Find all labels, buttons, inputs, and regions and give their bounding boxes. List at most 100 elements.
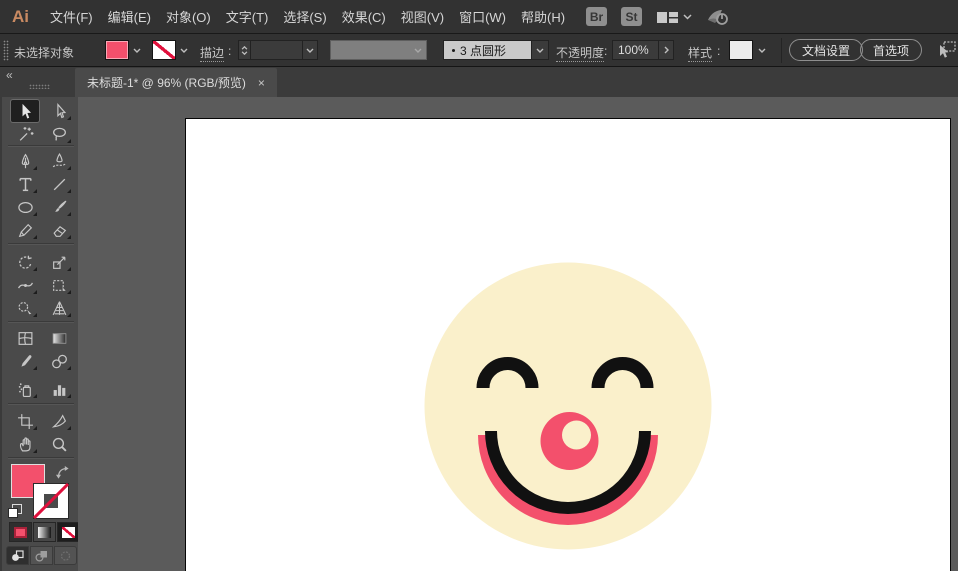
variable-width-profile-dropdown [330,40,427,60]
style-swatch[interactable] [729,40,753,60]
no-selection-label: 未选择对象 [14,46,75,60]
magic-wand-tool[interactable] [11,123,39,145]
opacity-dropdown[interactable] [658,41,673,59]
free-transform-tool[interactable] [45,274,73,296]
draw-normal-button[interactable] [6,546,29,565]
opacity-value[interactable]: 100% [613,41,658,59]
eyedropper-tool[interactable] [11,350,39,372]
stroke-proxy-swatch[interactable] [33,483,69,519]
stroke-panel-link[interactable]: 描边 [200,44,225,62]
menu-bar: Ai 文件(F) 编辑(E) 对象(O) 文字(T) 选择(S) 效果(C) 视… [0,0,958,34]
artboard-tool[interactable] [11,410,39,432]
artwork [424,262,712,550]
document-setup-button[interactable]: 文档设置 [789,39,864,61]
draw-inside-button [54,546,77,565]
perspective-grid-tool[interactable] [45,297,73,319]
hand-tool[interactable] [11,433,39,455]
toolbar-gripper[interactable] [29,84,50,89]
chevron-down-icon [180,48,188,53]
tab-close-icon[interactable]: × [258,76,265,90]
drawing-mode-buttons [6,546,77,565]
opacity-panel-link[interactable]: 不透明度 [556,44,605,62]
document-tab[interactable]: 未标题-1* @ 96% (RGB/预览) × [75,68,277,97]
zoom-tool[interactable] [45,433,73,455]
chevron-right-icon [664,46,669,54]
collapse-dock-icon[interactable]: « [6,68,13,82]
menu-window[interactable]: 窗口(W) [458,5,507,28]
preferences-button[interactable]: 首选项 [860,39,923,61]
control-bar-gripper[interactable] [3,40,9,61]
stroke-color-dropdown[interactable] [177,40,191,60]
gradient-button[interactable] [33,522,56,542]
menu-effect[interactable]: 效果(C) [341,5,387,28]
eraser-tool[interactable] [45,219,73,241]
stroke-weight-field[interactable] [238,40,318,60]
chevron-down-icon [683,13,692,20]
style-panel-link[interactable]: 样式 [688,44,713,62]
stock-button[interactable]: St [621,7,642,26]
swap-fill-stroke-icon[interactable] [55,465,72,481]
stroke-weight-value[interactable] [251,41,302,59]
chevron-down-icon [758,48,766,53]
scale-tool[interactable] [45,251,73,273]
slice-tool[interactable] [45,410,73,432]
column-graph-tool[interactable] [45,378,73,400]
rotate-tool[interactable] [11,251,39,273]
menu-object[interactable]: 对象(O) [165,5,212,28]
type-tool[interactable] [11,173,39,195]
gpu-performance-icon[interactable] [705,7,729,27]
canvas-area[interactable] [78,97,958,571]
shaper-pencil-tool[interactable] [11,219,39,241]
mesh-tool[interactable] [11,327,39,349]
fill-color-dropdown[interactable] [130,40,144,60]
fill-color-swatch[interactable] [105,40,129,60]
width-tool[interactable] [11,274,39,296]
none-button[interactable] [57,522,80,542]
paint-style-buttons [9,522,80,542]
chevron-down-icon [306,48,314,53]
chevron-down-icon [536,48,544,53]
brush-definition-field[interactable]: 3 点圆形 [443,40,532,60]
select-similar-objects-icon[interactable] [936,41,957,60]
opacity-field[interactable]: 100% [612,40,674,60]
symbol-sprayer-tool[interactable] [11,378,39,400]
illustrator-logo: Ai [12,6,29,26]
arrange-documents-button[interactable] [656,9,692,25]
brush-preview-dot [452,48,455,52]
bridge-button[interactable]: Br [586,7,607,26]
menu-file[interactable]: 文件(F) [49,5,94,28]
smiley-nose-highlight[interactable] [562,420,591,450]
menubar-right-cluster: Br St [586,0,729,33]
color-button[interactable] [9,522,32,542]
stroke-weight-stepper[interactable] [239,41,251,59]
curvature-tool[interactable] [45,150,73,172]
shape-builder-tool[interactable] [11,297,39,319]
draw-behind-button[interactable] [30,546,53,565]
stroke-weight-dropdown[interactable] [302,41,317,59]
stroke-colon: : [228,44,232,58]
gradient-tool[interactable] [45,327,73,349]
pen-tool[interactable] [11,150,39,172]
stroke-color-swatch[interactable] [152,40,176,60]
style-dropdown[interactable] [755,40,769,60]
tab-bar: « 未标题-1* @ 96% (RGB/预览) × [0,67,958,97]
lasso-tool[interactable] [45,123,73,145]
arrange-documents-icon [657,11,678,23]
menu-help[interactable]: 帮助(H) [520,5,566,28]
line-segment-tool[interactable] [45,173,73,195]
default-fill-stroke-icon[interactable] [7,503,23,519]
direct-selection-tool[interactable] [45,100,73,122]
menu-edit[interactable]: 编辑(E) [107,5,152,28]
menu-view[interactable]: 视图(V) [400,5,445,28]
menu-type[interactable]: 文字(T) [225,5,270,28]
blend-tool[interactable] [45,350,73,372]
menu-select[interactable]: 选择(S) [282,5,327,28]
opacity-colon: : [604,44,608,58]
workspace [0,97,958,571]
chevron-up-icon [241,45,248,50]
paintbrush-tool[interactable] [45,196,73,218]
brush-definition-dropdown[interactable] [532,40,549,60]
ellipse-tool[interactable] [11,196,39,218]
selection-tool[interactable] [11,100,39,122]
control-bar-separator [781,38,782,63]
